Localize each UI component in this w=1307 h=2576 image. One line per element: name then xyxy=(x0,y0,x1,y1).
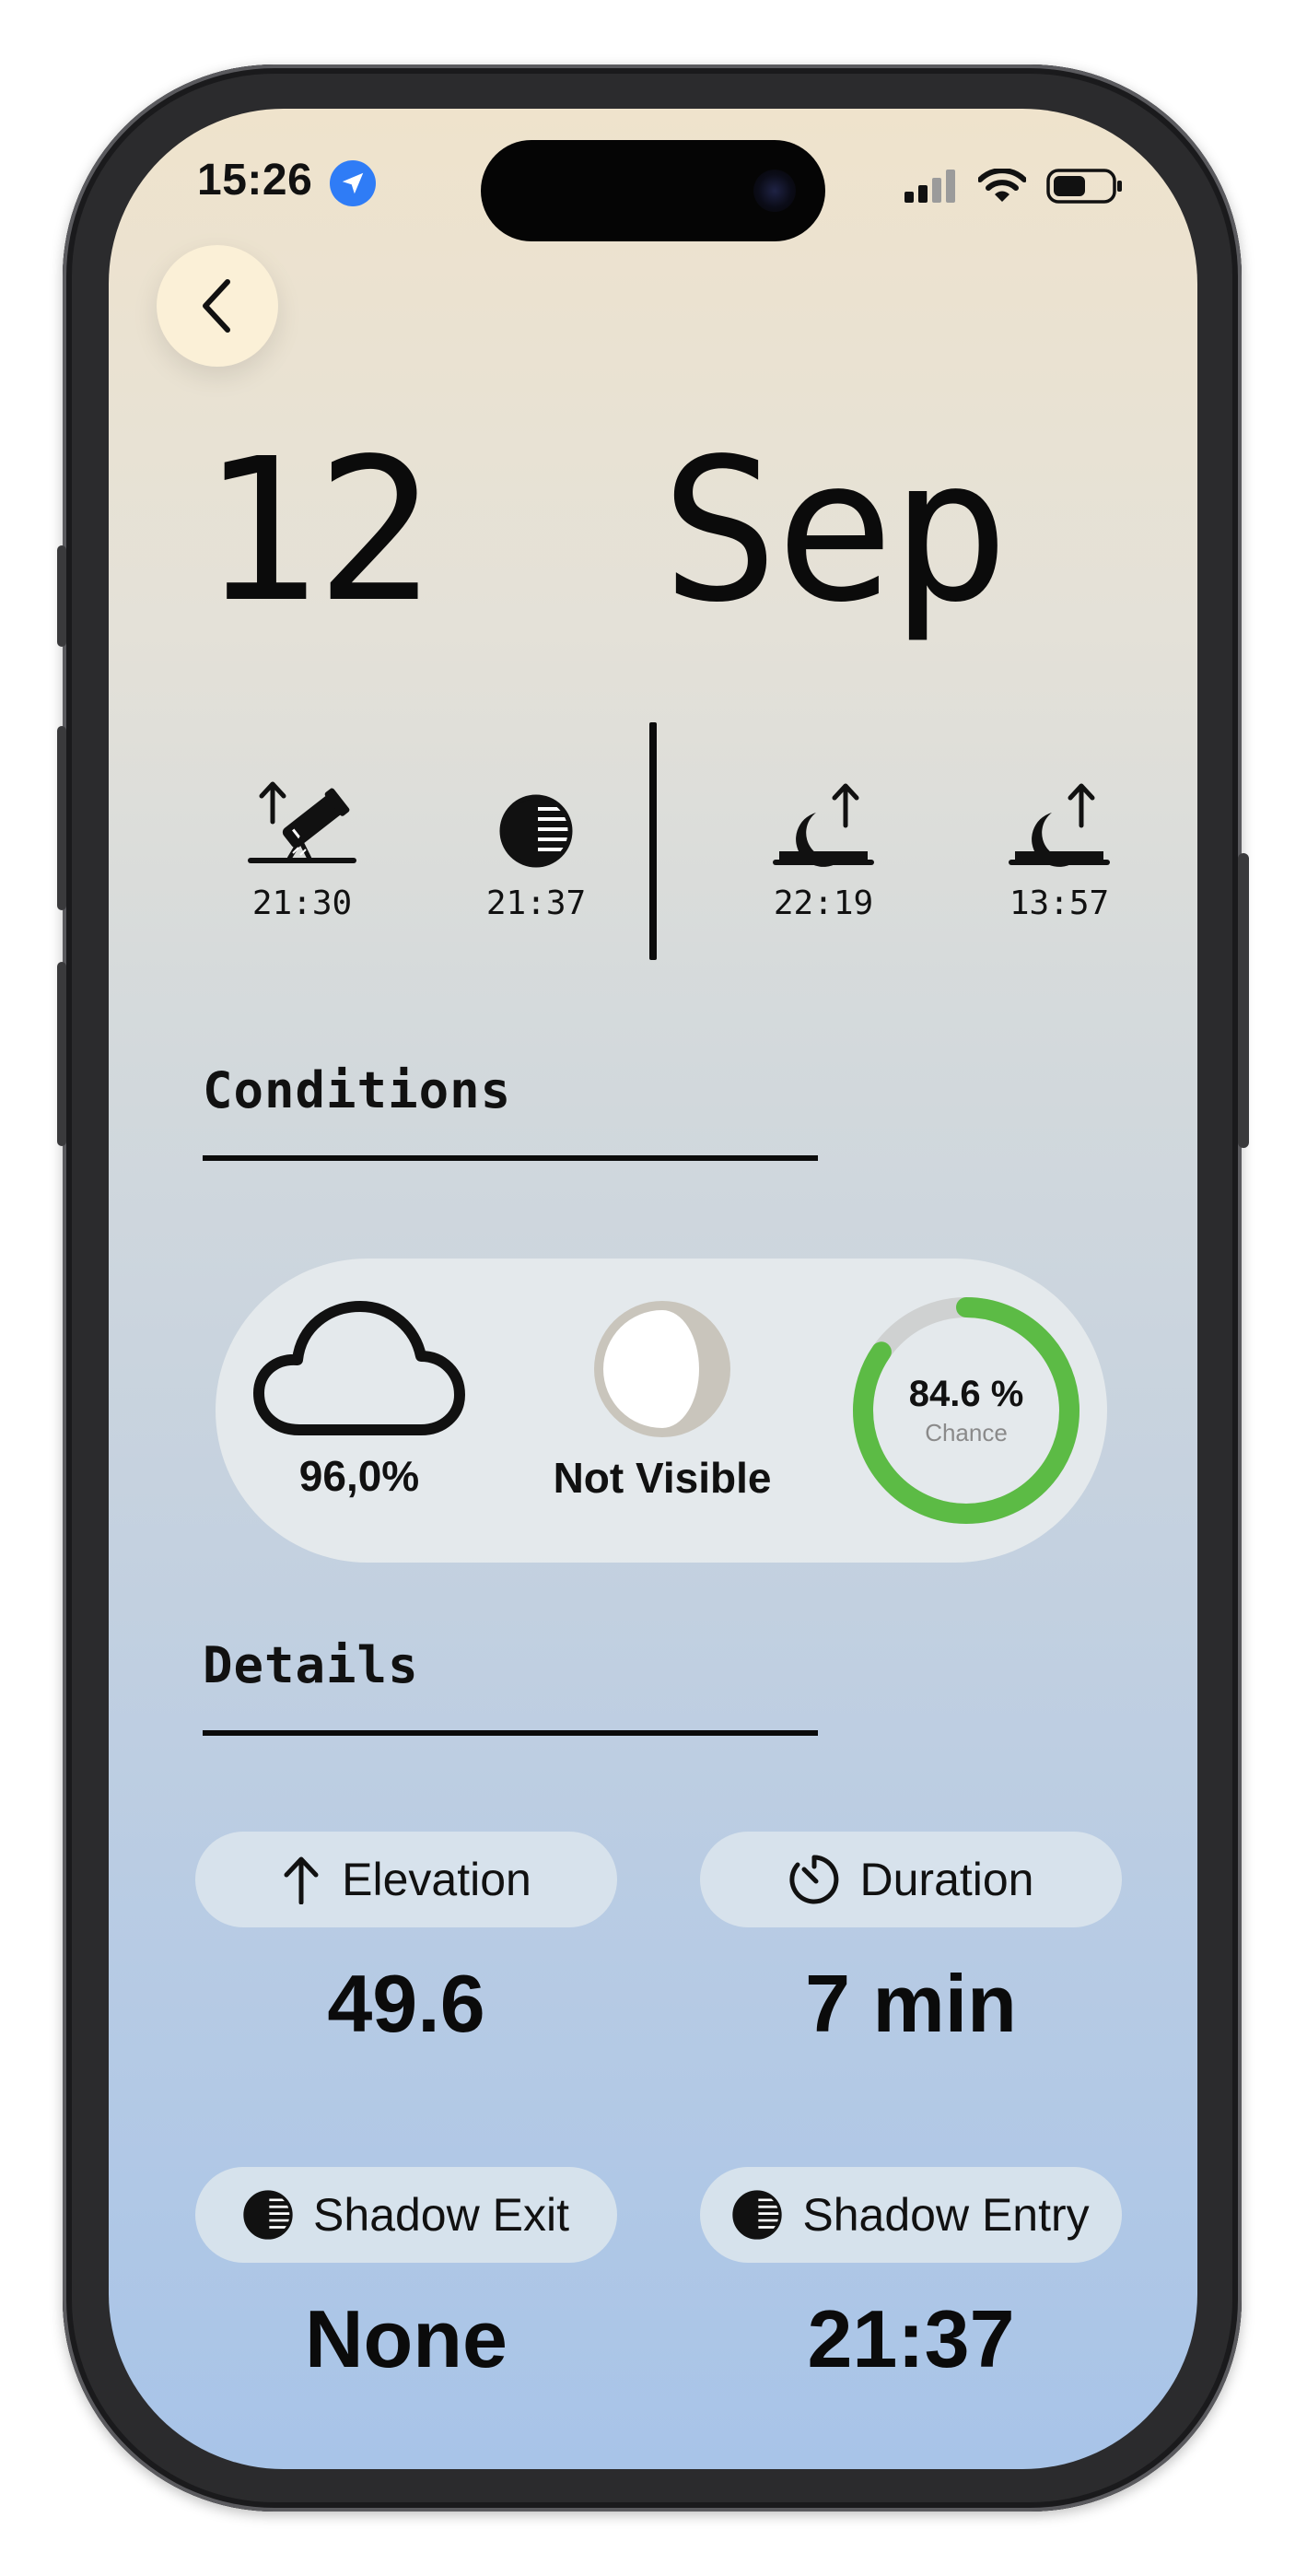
event-time: 13:57 xyxy=(1009,884,1110,922)
page-title: 12 Sep xyxy=(201,416,1009,646)
status-icons xyxy=(904,168,1124,205)
moonrise-icon xyxy=(1009,783,1110,867)
details-rule xyxy=(203,1730,818,1736)
back-button[interactable] xyxy=(157,245,278,367)
cellular-signal-icon xyxy=(904,170,955,203)
shadow-entry-pill: Shadow Entry xyxy=(700,2167,1122,2263)
conditions-title: Conditions xyxy=(203,1061,512,1119)
power-button xyxy=(1238,853,1249,1148)
cloud-icon xyxy=(253,1301,465,1435)
elevation-label: Elevation xyxy=(342,1854,531,1905)
volume-up-button xyxy=(57,726,66,910)
details-title: Details xyxy=(203,1636,419,1694)
elevation-pill: Elevation xyxy=(195,1832,617,1927)
shadow-exit-pill: Shadow Exit xyxy=(195,2167,617,2263)
event-time: 21:30 xyxy=(251,884,353,922)
shadow-exit-label: Shadow Exit xyxy=(313,2189,569,2241)
elevation-value: 49.6 xyxy=(327,1958,485,2049)
duration-pill: Duration xyxy=(700,1832,1122,1927)
status-time: 15:26 xyxy=(197,156,313,205)
chevron-left-icon xyxy=(203,279,230,333)
event-moonrise-next: 13:57 xyxy=(976,779,1142,922)
event-telescope-rise: 21:30 xyxy=(219,779,385,922)
dynamic-island xyxy=(481,140,825,241)
location-arrow-icon xyxy=(330,160,376,206)
shadow-entry-label: Shadow Entry xyxy=(802,2189,1090,2241)
conditions-rule xyxy=(203,1155,818,1161)
chance-readout: 84.6 % Chance xyxy=(851,1295,1081,1526)
cloud-cover: 96,0% xyxy=(249,1299,470,1501)
shadow-entry-value: 21:37 xyxy=(807,2293,1015,2384)
telescope-rise-icon xyxy=(248,781,356,863)
event-shadow-entry: 21:37 xyxy=(453,779,619,922)
moonrise-icon xyxy=(773,783,874,867)
half-shadow-icon xyxy=(243,2190,293,2240)
event-moonrise: 22:19 xyxy=(741,779,906,922)
wifi-icon xyxy=(978,169,1026,202)
half-shadow-icon xyxy=(499,794,573,868)
arrow-up-icon xyxy=(284,1856,319,1904)
volume-down-button xyxy=(57,962,66,1146)
moon-visibility-label: Not Visible xyxy=(553,1454,772,1502)
moon-visibility: Not Visible xyxy=(532,1299,792,1503)
app-screen: 15:26 12 Sep 21:30 21:37 22:19 13:57 Con… xyxy=(109,109,1197,2469)
duration-label: Duration xyxy=(859,1854,1034,1905)
half-shadow-icon xyxy=(732,2190,783,2240)
action-button xyxy=(57,545,66,647)
battery-icon xyxy=(1046,169,1122,204)
shadow-exit-value: None xyxy=(305,2293,508,2384)
cloud-cover-value: 96,0% xyxy=(298,1452,420,1500)
chance-value: 84.6 % xyxy=(908,1374,1024,1414)
timer-icon xyxy=(788,1855,838,1904)
conditions-card: 96,0% Not Visible 84.6 % Chance xyxy=(216,1259,1107,1563)
moon-phase-icon xyxy=(594,1301,730,1437)
event-time: 21:37 xyxy=(485,884,587,922)
events-divider xyxy=(649,722,657,960)
event-time: 22:19 xyxy=(773,884,874,922)
chance-label: Chance xyxy=(925,1419,1008,1446)
duration-value: 7 min xyxy=(805,1958,1017,2049)
